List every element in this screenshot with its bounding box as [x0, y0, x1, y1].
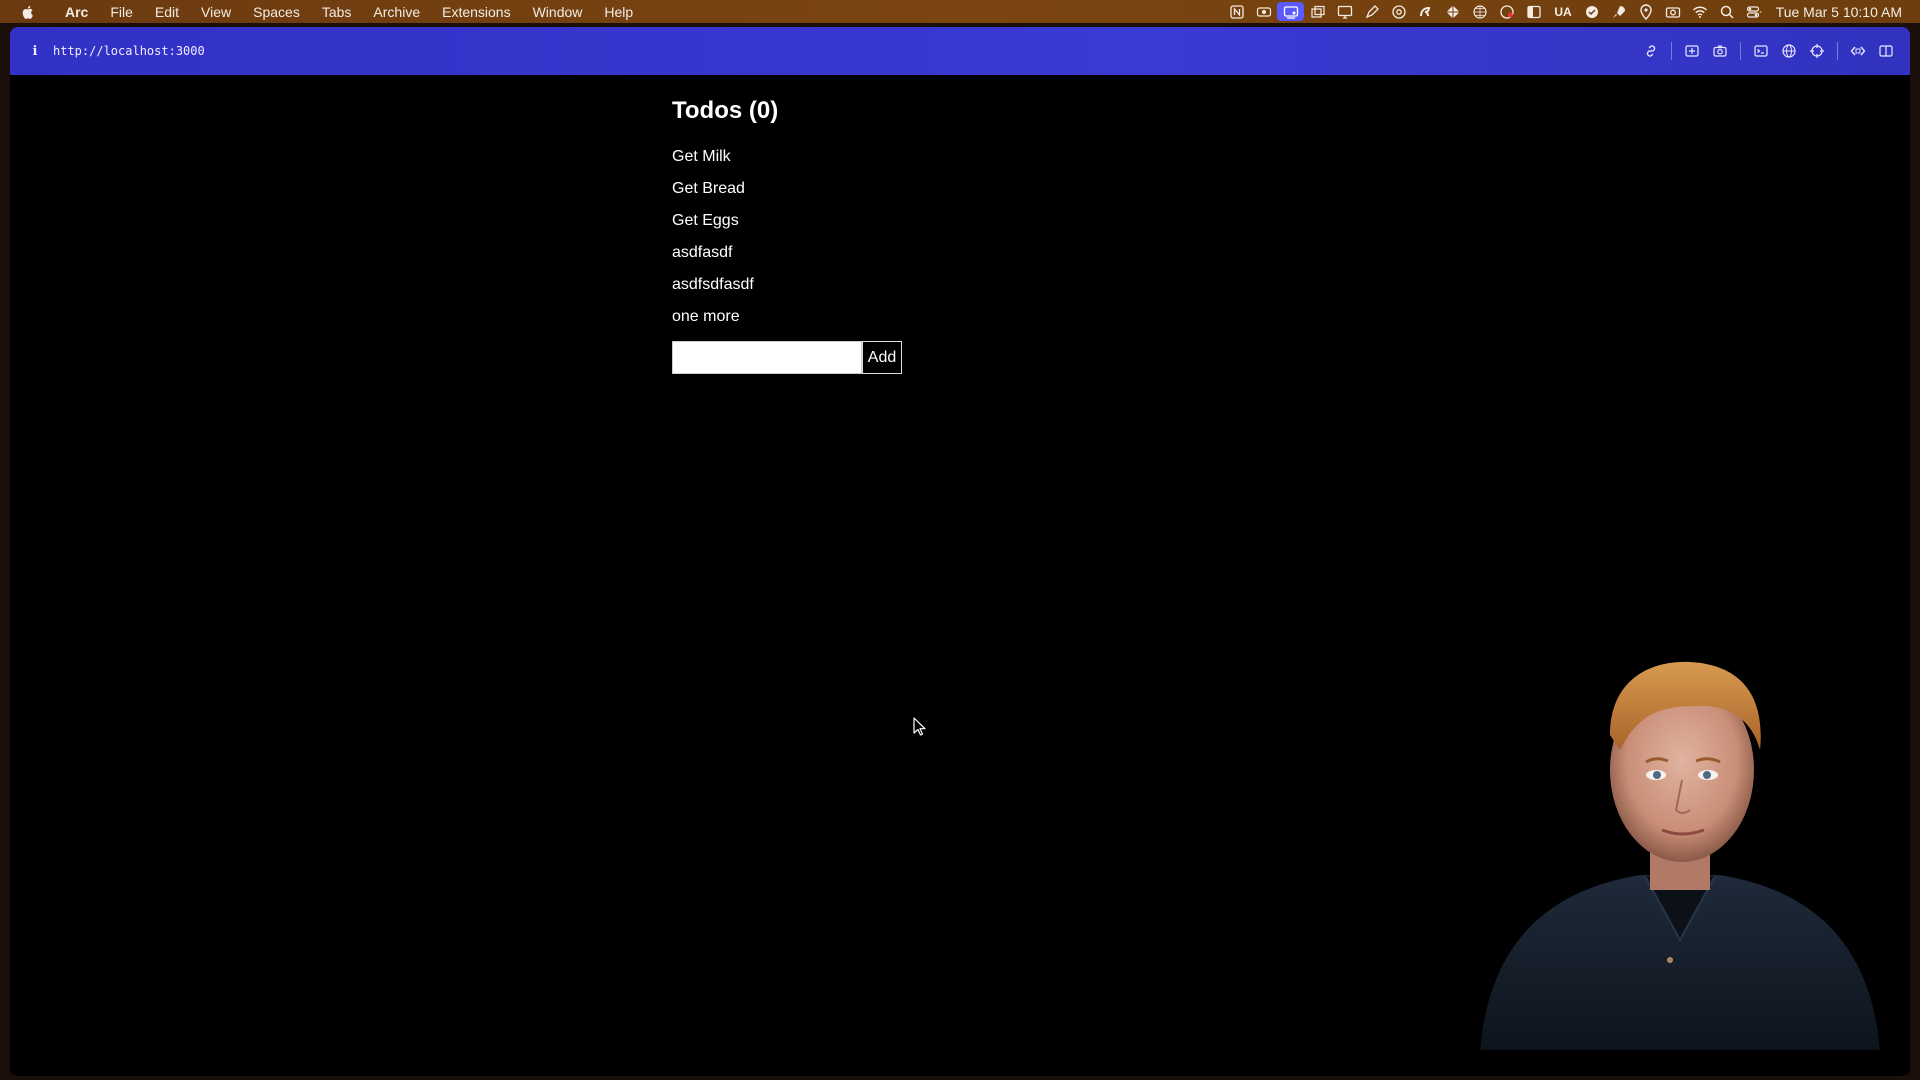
sidebar-icon[interactable]: [1520, 2, 1547, 21]
ua-indicator[interactable]: UA: [1547, 5, 1578, 19]
globe-icon[interactable]: [1775, 39, 1803, 63]
add-todo-form: Add: [672, 341, 902, 374]
sync-icon[interactable]: [1579, 2, 1606, 21]
arc-icon[interactable]: [1412, 2, 1439, 21]
windows-icon[interactable]: [1304, 2, 1331, 21]
new-todo-input[interactable]: [672, 341, 862, 374]
menu-bar-left: Arc File Edit View Spaces Tabs Archive E…: [0, 0, 644, 23]
url-text[interactable]: http://localhost:3000: [53, 44, 205, 58]
menu-window[interactable]: Window: [522, 0, 594, 23]
globe-grid-icon[interactable]: [1466, 2, 1493, 21]
capture-icon[interactable]: [1678, 39, 1706, 63]
split-view-icon[interactable]: [1872, 39, 1900, 63]
screen-share-icon[interactable]: [1277, 2, 1305, 21]
mouse-cursor-icon: [913, 717, 926, 736]
code-icon[interactable]: [1844, 39, 1872, 63]
display-icon[interactable]: [1331, 2, 1358, 21]
search-icon[interactable]: [1714, 2, 1741, 21]
menu-app-name[interactable]: Arc: [54, 0, 99, 23]
window-bottom-edge: [0, 1076, 1920, 1080]
menu-extensions[interactable]: Extensions: [431, 0, 521, 23]
crosshair-icon[interactable]: [1803, 39, 1831, 63]
copy-link-icon[interactable]: [1637, 39, 1665, 63]
menu-tabs[interactable]: Tabs: [311, 0, 363, 23]
todo-item: one more: [672, 308, 740, 325]
add-button[interactable]: Add: [862, 341, 902, 374]
separator: [1671, 42, 1672, 60]
page-title: Todos (0): [672, 97, 779, 124]
todo-item: Get Eggs: [672, 212, 739, 229]
todo-item: asdfasdf: [672, 244, 733, 261]
todo-list: Get Milk Get Bread Get Eggs asdfasdf asd…: [672, 147, 902, 339]
location-icon[interactable]: [1633, 2, 1660, 21]
menu-help[interactable]: Help: [593, 0, 644, 23]
screenshot-icon[interactable]: [1706, 39, 1734, 63]
menu-bar: Arc File Edit View Spaces Tabs Archive E…: [0, 0, 1920, 23]
menu-spaces[interactable]: Spaces: [242, 0, 311, 23]
menu-archive[interactable]: Archive: [362, 0, 431, 23]
status-tray: UA Tue Mar 5 10:10 AM: [1223, 0, 1920, 23]
recorder-icon[interactable]: [1250, 2, 1277, 21]
apple-icon[interactable]: [20, 4, 36, 20]
diamond-icon[interactable]: [1439, 2, 1466, 21]
wifi-icon[interactable]: [1687, 2, 1714, 21]
activity-icon[interactable]: [1493, 2, 1520, 21]
control-center-icon[interactable]: [1741, 2, 1768, 21]
menu-view[interactable]: View: [190, 0, 242, 23]
todo-item: Get Bread: [672, 180, 745, 197]
pen-icon[interactable]: [1358, 2, 1385, 21]
rocket-icon[interactable]: [1606, 2, 1633, 21]
notion-icon[interactable]: [1223, 2, 1250, 21]
at-sign-icon[interactable]: [1385, 2, 1412, 21]
separator: [1740, 42, 1741, 60]
url-bar: i http://localhost:3000: [10, 27, 1910, 75]
menu-bar-clock[interactable]: Tue Mar 5 10:10 AM: [1768, 4, 1902, 20]
todo-app: Todos (0) Get Milk Get Bread Get Eggs as…: [672, 97, 902, 374]
url-bar-actions: [1637, 39, 1910, 63]
menu-file[interactable]: File: [99, 0, 144, 23]
separator: [1837, 42, 1838, 60]
todo-item: asdfsdfasdf: [672, 276, 754, 293]
terminal-icon[interactable]: [1747, 39, 1775, 63]
site-info-icon[interactable]: i: [27, 44, 43, 59]
menu-edit[interactable]: Edit: [144, 0, 190, 23]
todo-item: Get Milk: [672, 148, 731, 165]
camera-icon[interactable]: [1660, 2, 1687, 21]
webcam-presenter-image: [1480, 661, 1880, 1050]
